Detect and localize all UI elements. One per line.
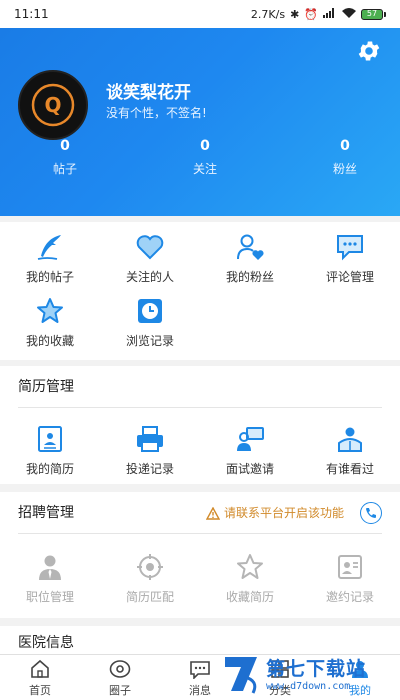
watermark-title: 第七下载站: [266, 658, 367, 680]
resume-interview-invite[interactable]: 面试邀请: [200, 420, 300, 484]
username[interactable]: 谈笑梨花开: [106, 78, 191, 103]
star-outline-icon: [235, 552, 265, 582]
watermark-url: www.d7down.com: [266, 681, 351, 692]
recruit-invite-record-label: 邀约记录: [325, 590, 374, 604]
resume-my-resume[interactable]: 我的简历: [0, 420, 100, 484]
clock-icon: [135, 296, 165, 326]
signature: 没有个性，不签名!: [106, 106, 207, 120]
stat-posts[interactable]: 0 帖子: [40, 138, 90, 177]
resume-section-title: 简历管理: [0, 366, 400, 408]
heart-icon: [135, 232, 165, 262]
recruit-title-text: 招聘管理: [18, 505, 74, 521]
alarm-icon: ⏰: [304, 7, 318, 21]
settings-gear-icon[interactable]: [356, 38, 382, 64]
menu-browse-history[interactable]: 浏览记录: [100, 292, 200, 356]
nav-message-label: 消息: [189, 683, 211, 697]
resume-delivery-record-label: 投递记录: [125, 462, 174, 476]
menu-browse-history-label: 浏览记录: [125, 334, 174, 348]
menu-my-posts-label: 我的帖子: [25, 270, 74, 284]
menu-my-favorites-label: 我的收藏: [25, 334, 74, 348]
phone-contact-icon[interactable]: [360, 502, 382, 524]
resume-icon: [35, 424, 65, 454]
nav-circle[interactable]: 圈子: [80, 655, 160, 700]
comment-icon: [335, 232, 365, 262]
recruit-job-manage[interactable]: 职位管理: [0, 548, 100, 612]
recruit-favorite-resume[interactable]: 收藏简历: [200, 548, 300, 612]
recruit-resume-match[interactable]: 简历匹配: [100, 548, 200, 612]
menu-comment-manage-label: 评论管理: [325, 270, 374, 284]
profile-header: Q 谈笑梨花开 没有个性，不签名! 0 帖子 0 关注 0 粉丝: [0, 28, 400, 216]
resume-section: 简历管理 我的简历 投递记录 面试邀请 有谁看过: [0, 366, 400, 484]
stat-fans-label: 粉丝: [332, 162, 357, 176]
person-heart-icon: [235, 232, 265, 262]
profile-stats: 0 帖子 0 关注 0 粉丝: [0, 138, 400, 177]
battery-level: 57: [361, 8, 383, 20]
resume-my-resume-label: 我的简历: [25, 462, 74, 476]
quick-menu: 我的帖子 关注的人 我的粉丝 评论管理 我的收藏 浏览记录: [0, 222, 400, 360]
menu-my-fans-label: 我的粉丝: [225, 270, 274, 284]
menu-comment-manage[interactable]: 评论管理: [300, 228, 400, 292]
message-icon: [189, 658, 211, 680]
stat-posts-value: 0: [60, 138, 70, 154]
recruit-job-manage-label: 职位管理: [25, 590, 74, 604]
menu-following[interactable]: 关注的人: [100, 228, 200, 292]
printer-icon: [135, 424, 165, 454]
stat-following-label: 关注: [192, 162, 217, 176]
resume-who-viewed-label: 有谁看过: [325, 462, 374, 476]
home-icon: [29, 658, 51, 680]
resume-delivery-record[interactable]: 投递记录: [100, 420, 200, 484]
divider: [18, 533, 382, 534]
menu-my-fans[interactable]: 我的粉丝: [200, 228, 300, 292]
warning-icon: [205, 506, 220, 520]
bluetooth-icon: ✱: [290, 7, 300, 21]
hospital-title-text: 医院信息: [18, 635, 74, 651]
resume-interview-invite-label: 面试邀请: [225, 462, 274, 476]
resume-who-viewed[interactable]: 有谁看过: [300, 420, 400, 484]
recruit-notice: 请联系平台开启该功能: [205, 492, 344, 534]
user-tie-icon: [35, 552, 65, 582]
stat-posts-label: 帖子: [52, 162, 77, 176]
star-icon: [35, 296, 65, 326]
stat-following-value: 0: [200, 138, 210, 154]
nav-home-label: 首页: [29, 683, 51, 697]
target-icon: [135, 552, 165, 582]
recruit-section-title: 招聘管理 请联系平台开启该功能: [0, 492, 400, 534]
recruit-section: 招聘管理 请联系平台开启该功能 职位管理 简历匹配 收藏简历 邀约记录: [0, 492, 400, 618]
recruit-invite-record[interactable]: 邀约记录: [300, 548, 400, 612]
wifi-icon: [342, 7, 356, 21]
divider: [18, 407, 382, 408]
menu-following-label: 关注的人: [125, 270, 174, 284]
avatar-letter: Q: [44, 93, 61, 117]
invite-icon: [335, 552, 365, 582]
nav-circle-label: 圈子: [109, 683, 131, 697]
circle-icon: [109, 658, 131, 680]
avatar[interactable]: Q: [18, 70, 88, 140]
status-time: 11:11: [14, 7, 49, 21]
stat-following[interactable]: 0 关注: [180, 138, 230, 177]
resume-title-text: 简历管理: [18, 379, 74, 395]
status-bar: 11:11 2.7K/s ✱ ⏰ 57: [0, 0, 400, 28]
watermark: 第七下载站 www.d7down.com: [218, 646, 400, 700]
signal-icon: [323, 7, 337, 21]
quill-icon: [35, 232, 65, 262]
watermark-logo-icon: [218, 650, 264, 696]
menu-my-posts[interactable]: 我的帖子: [0, 228, 100, 292]
battery-icon: 57: [361, 8, 386, 20]
recruit-favorite-resume-label: 收藏简历: [225, 590, 274, 604]
stat-fans-value: 0: [340, 138, 350, 154]
net-speed: 2.7K/s: [250, 7, 286, 21]
stat-fans[interactable]: 0 粉丝: [320, 138, 370, 177]
recruit-notice-text: 请联系平台开启该功能: [223, 506, 344, 520]
nav-home[interactable]: 首页: [0, 655, 80, 700]
menu-my-favorites[interactable]: 我的收藏: [0, 292, 100, 356]
recruit-resume-match-label: 简历匹配: [125, 590, 174, 604]
viewer-icon: [335, 424, 365, 454]
interview-icon: [235, 424, 265, 454]
status-indicators: 2.7K/s ✱ ⏰ 57: [250, 7, 386, 21]
